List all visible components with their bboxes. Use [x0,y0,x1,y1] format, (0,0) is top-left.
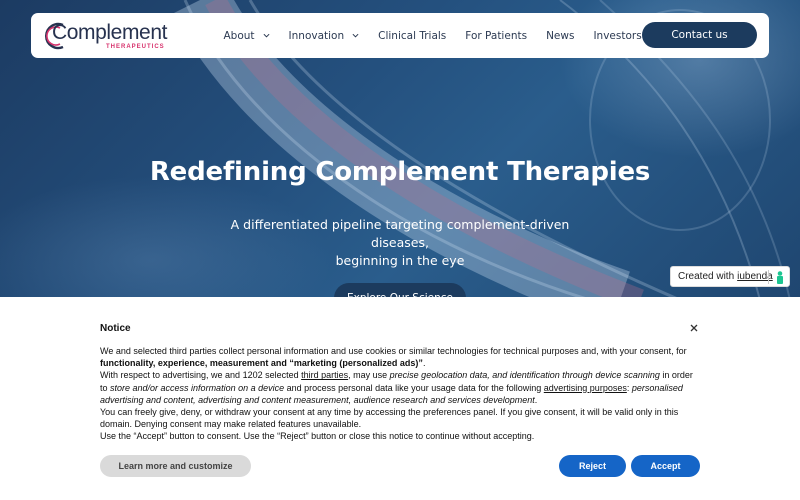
chevron-down-icon [263,33,270,38]
consent-paragraph: You can freely give, deny, or withdraw y… [100,407,679,430]
logo-wordmark: Complement [52,21,168,44]
top-navbar: Complement THERAPEUTICS About Innovation… [31,13,769,58]
iubenda-logo-icon [777,271,783,284]
iubenda-prefix: Created with [678,271,735,282]
hero-subtitle-line: beginning in the eye [335,253,465,268]
chevron-down-icon [352,33,359,38]
company-logo[interactable]: Complement THERAPEUTICS [40,19,170,53]
consent-paragraph: Use the “Accept” button to consent. Use … [100,431,535,442]
hero-title: Redefining Complement Therapies [149,157,651,187]
nav-item-for-patients[interactable]: For Patients [456,13,537,58]
advertising-purposes-link[interactable]: advertising purposes [544,383,627,393]
nav-item-innovation[interactable]: Innovation [279,13,369,58]
consent-text-span: and process personal data like your usag… [284,382,544,393]
iubenda-badge[interactable]: Created with iubenda [670,266,790,287]
third-parties-link[interactable]: third parties [301,370,348,380]
divider [768,270,769,284]
consent-text-italic: store and/or access information on a dev… [110,382,285,393]
notice-title: Notice [100,323,131,334]
consent-text: We and selected third parties collect pe… [100,345,700,443]
hero-section: Complement THERAPEUTICS About Innovation… [0,0,800,300]
nav-item-about[interactable]: About [214,13,279,58]
hero-subtitle: A differentiated pipeline targeting comp… [200,216,600,270]
nav-item-label: For Patients [465,29,528,42]
reject-button[interactable]: Reject [559,455,626,477]
consent-text-span: , may use [348,370,390,381]
consent-paragraph: With respect to advertising, we and 1202… [100,369,700,406]
main-nav: About Innovation Clinical Trials For Pat… [214,13,651,58]
nav-item-label: Innovation [288,29,345,42]
nav-item-news[interactable]: News [537,13,584,58]
nav-item-label: Investors [593,29,642,42]
learn-more-button[interactable]: Learn more and customize [100,455,251,477]
contact-us-button[interactable]: Contact us [642,22,757,48]
consent-text-span: . [422,358,426,369]
consent-text-span: We and selected third parties collect pe… [100,346,687,356]
logo-tagline: THERAPEUTICS [106,44,165,50]
nav-item-label: Clinical Trials [378,29,447,42]
consent-text-span: . [534,394,538,405]
cookie-consent-banner: Notice We and selected third parties col… [0,297,800,500]
close-icon[interactable] [688,322,700,334]
nav-item-clinical-trials[interactable]: Clinical Trials [369,13,456,58]
consent-text-italic: precise geolocation data, and identifica… [389,370,660,381]
consent-text-bold: functionality, experience, measurement a… [100,358,423,369]
nav-item-label: News [546,29,575,42]
consent-text-span: With respect to advertising, we and 1202… [100,370,302,381]
nav-item-label: About [223,29,255,42]
accept-button[interactable]: Accept [631,455,700,477]
hero-subtitle-line: A differentiated pipeline targeting comp… [230,217,570,250]
consent-paragraph: We and selected third parties collect pe… [100,345,700,369]
